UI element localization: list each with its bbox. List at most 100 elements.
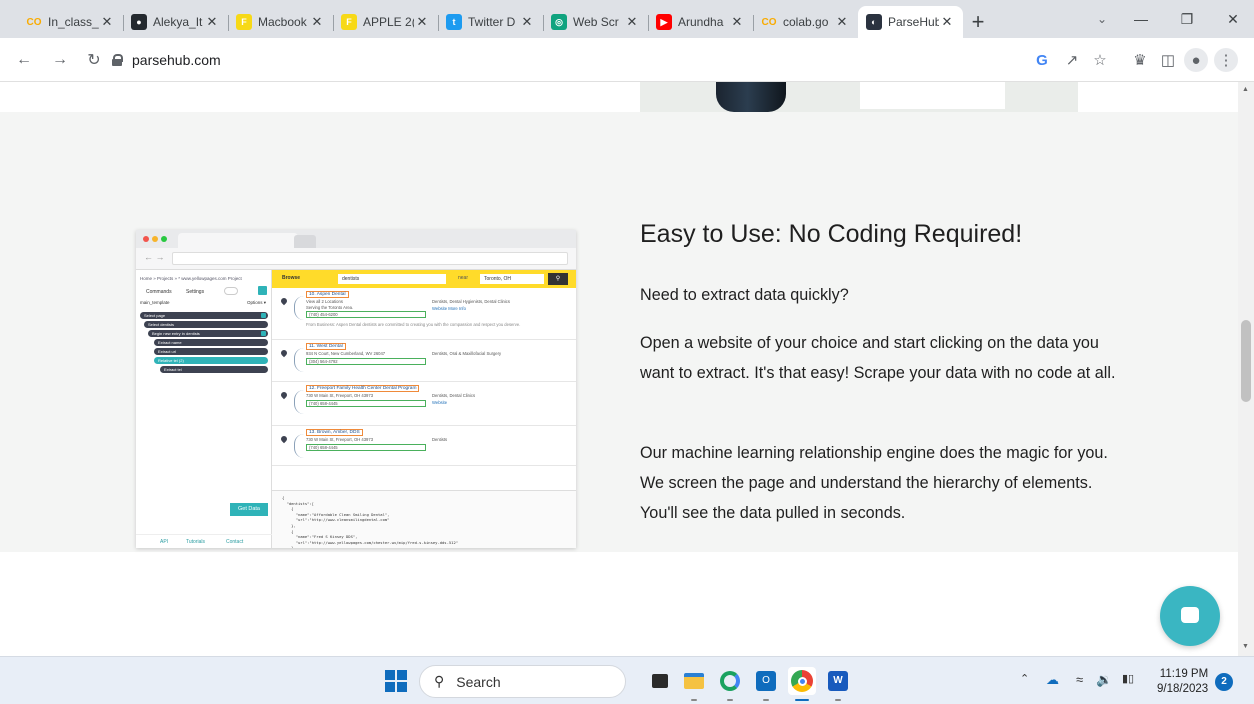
yp-phone: (740) 454-6200 [306,311,426,318]
json-output-preview: { "dentists":[ { "name":"Affordable Clea… [272,490,576,548]
scroll-thumb[interactable] [1241,320,1251,402]
chatgpt-icon: ◎ [551,14,567,30]
page-scrollbar[interactable]: ▲ ▼ [1238,82,1254,656]
windows-start-icon[interactable] [385,670,407,692]
mock-command-row: Select page [140,312,268,319]
colab-icon: CO [761,16,777,28]
volume-icon[interactable]: 🔉 [1096,672,1112,688]
mock-command-row: Extract tel [160,366,268,373]
mock-tab [178,233,298,248]
mock-breadcrumb: Home » Projects » * www.yellowpages.com … [140,276,242,281]
mock-command-row: Extract url [154,348,268,355]
tab-close-icon[interactable]: ✕ [624,14,640,30]
taskbar-search[interactable]: ⚲ Search [419,665,626,698]
browser-tab[interactable]: CO In_class_ ✕ [18,6,123,38]
yp-location-field: Toronto, OH [480,274,544,284]
profile-avatar-icon[interactable]: ● [1184,48,1208,72]
outlook-icon[interactable]: O [752,667,780,701]
system-clock[interactable]: 11:19 PM 9/18/2023 [1157,667,1208,697]
yp-business-name: 10. Aspen Dental [306,291,349,298]
chrome-icon[interactable] [788,667,816,701]
chat-widget-button[interactable] [1160,586,1220,646]
wifi-icon[interactable]: ≈ [1076,672,1083,687]
mock-commands-bar: Commands Settings [140,288,268,298]
forward-arrow-icon[interactable]: → [46,46,74,74]
scroll-down-arrow-icon[interactable]: ▼ [1242,643,1249,650]
share-icon[interactable]: ↗ [1060,48,1084,72]
yp-address-line: 934 N Court, New Cumberland, WV 26047 [306,351,386,356]
flipkart-icon: F [236,14,252,30]
mock-template-header: main_template Options ▾ [140,300,268,305]
browser-toolbar: ← → ↻ parsehub.com G ↗ ☆ ♛ ◫ ● ⋮ [0,38,1254,82]
windows-taskbar: ⚲ Search O W ⌃ ☁ ≈ 🔉 ▮▯ 11:19 PM 9/18/20… [0,656,1254,704]
browser-tab[interactable]: F APPLE 2(✕ [333,6,438,38]
yp-result-item: 11. West Dental 934 N Court, New Cumberla… [272,340,576,382]
mock-command-row: Select dentists [144,321,268,328]
browser-tab[interactable]: ● Alekya_It ✕ [123,6,228,38]
mock-tab-2 [294,235,316,248]
tab-close-icon[interactable]: ✕ [729,14,745,30]
tab-close-icon[interactable]: ✕ [519,14,535,30]
browser-tab[interactable]: CO colab.go ✕ [753,6,858,38]
tab-close-icon[interactable]: ✕ [99,14,115,30]
tray-overflow-chevron-icon[interactable]: ⌃ [1020,672,1029,685]
tab-search-chevron-icon[interactable]: ⌄ [1088,6,1116,32]
google-icon[interactable]: G [1030,48,1054,72]
yellowpages-panel: Browse dentists near Toronto, OH ⚲ 10. A… [272,270,576,548]
youtube-icon: ▶ [656,14,672,30]
word-icon[interactable]: W [824,667,852,701]
back-arrow-icon[interactable]: ← [10,46,38,74]
onedrive-cloud-icon[interactable]: ☁ [1046,672,1059,688]
app-circle-icon[interactable] [716,667,744,701]
mock-nav-arrows-icon: ← → [144,252,165,262]
address-bar[interactable]: parsehub.com [112,44,1022,76]
intro-paragraph: Need to extract data quickly? [640,286,849,304]
description-paragraph: Open a website of your choice and start … [640,334,1116,382]
scroll-up-arrow-icon[interactable]: ▲ [1242,86,1249,93]
mock-browser-tabbar [136,230,576,248]
side-panel-icon[interactable]: ◫ [1156,48,1180,72]
yp-business-name: 12. Freeport Family Health Center Dental… [306,385,420,392]
search-icon: ⚲ [434,673,445,689]
browser-tab[interactable]: ◎ Web Scr ✕ [543,6,648,38]
mock-action-button [258,286,267,295]
tab-title: Web Scr [573,15,619,29]
mock-command-label: Extract name [158,340,182,345]
github-icon: ● [131,14,147,30]
reload-icon[interactable]: ↻ [80,46,108,74]
menu-kebab-icon[interactable]: ⋮ [1214,48,1238,72]
tab-close-icon[interactable]: ✕ [309,14,325,30]
tab-close-icon[interactable]: ✕ [204,14,220,30]
mock-footer-contact: Contact [226,539,244,545]
new-tab-plus-icon[interactable]: + [963,6,993,38]
tab-title: colab.go [783,15,829,29]
battery-icon[interactable]: ▮▯ [1122,672,1134,685]
yp-near-label: near [458,275,469,281]
mock-toggle [224,287,238,295]
tab-close-icon[interactable]: ✕ [834,14,850,30]
browser-tab[interactable]: F Macbook ✕ [228,6,333,38]
yp-browse-label: Browse [282,275,301,281]
lock-icon[interactable] [112,54,123,66]
yp-search-bar: Browse dentists near Toronto, OH ⚲ [272,270,576,288]
yp-links: Website More Info [432,306,466,311]
tab-close-icon[interactable]: ✕ [414,14,430,30]
close-window-icon[interactable]: ✕ [1210,0,1254,38]
twitter-icon: t [446,14,462,30]
tab-title: ParseHub [888,15,939,29]
restore-window-icon[interactable]: ❐ [1164,0,1210,38]
extensions-puzzle-icon[interactable]: ♛ [1128,48,1152,72]
tab-close-icon[interactable]: ✕ [939,14,955,30]
yp-category: Dentists, Oral & Maxillofacial Surgery [432,351,502,356]
bookmark-star-icon[interactable]: ☆ [1088,48,1112,72]
tab-title: In_class_ [48,15,99,29]
task-view-icon[interactable] [646,667,674,695]
mock-footer-api: API [160,539,169,545]
browser-tab[interactable]: ▶ Arundha ✕ [648,6,753,38]
browser-tab[interactable]: t Twitter D ✕ [438,6,543,38]
tab-title: Arundha [678,15,724,29]
minimize-icon[interactable]: — [1118,0,1164,38]
browser-tab[interactable]: ◐ ParseHub ✕ [858,6,963,38]
file-explorer-icon[interactable] [680,667,708,701]
notification-badge[interactable]: 2 [1215,673,1233,691]
